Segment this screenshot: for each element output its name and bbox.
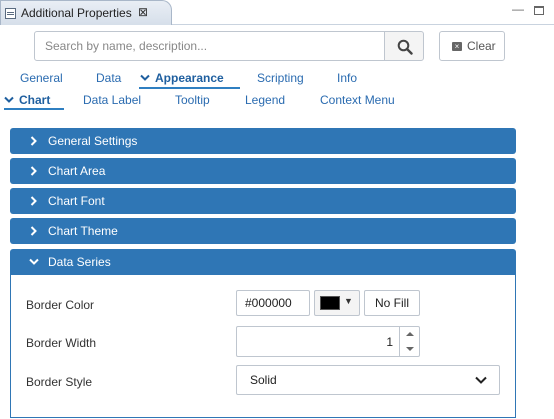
subtab-tooltip[interactable]: Tooltip <box>175 93 210 107</box>
tab-general[interactable]: General <box>20 71 63 85</box>
section-label: Chart Font <box>48 194 105 208</box>
view-tab-title: Additional Properties <box>21 6 132 20</box>
chevron-down-icon <box>29 258 39 265</box>
chevron-down-icon <box>140 74 150 81</box>
border-style-value: Solid <box>250 373 277 387</box>
section-label: Data Series <box>48 255 111 269</box>
chevron-right-icon <box>30 226 37 236</box>
border-style-label: Border Style <box>26 375 93 389</box>
search-icon <box>397 39 413 55</box>
color-swatch <box>320 296 340 310</box>
tab-appearance[interactable]: Appearance <box>155 71 224 85</box>
tab-scripting[interactable]: Scripting <box>257 71 304 85</box>
dropdown-arrow-icon: ▼ <box>344 296 353 306</box>
subtab-chart-indicator <box>4 108 64 110</box>
tab-info[interactable]: Info <box>337 71 357 85</box>
minimize-icon[interactable]: — <box>512 2 524 16</box>
section-general-settings[interactable]: General Settings <box>10 128 516 154</box>
section-label: General Settings <box>48 134 138 148</box>
subtab-chart[interactable]: Chart <box>19 93 50 107</box>
subtab-legend[interactable]: Legend <box>245 93 285 107</box>
no-fill-button[interactable]: No Fill <box>364 290 420 316</box>
subtab-context-menu[interactable]: Context Menu <box>320 93 395 107</box>
chevron-down-icon <box>475 376 487 384</box>
properties-view-icon <box>5 8 16 19</box>
border-color-field[interactable] <box>236 290 310 316</box>
border-color-label: Border Color <box>26 298 95 312</box>
chevron-right-icon <box>30 166 37 176</box>
clear-icon: × <box>452 42 462 51</box>
search-input[interactable] <box>34 31 385 61</box>
search-button[interactable] <box>384 31 424 61</box>
clear-label: Clear <box>467 39 496 53</box>
tab-appearance-indicator <box>139 87 240 89</box>
border-width-label: Border Width <box>26 336 97 350</box>
border-width-field[interactable] <box>236 326 400 357</box>
section-label: Chart Area <box>48 164 106 178</box>
view-titlebar: Additional Properties ⊠ — <box>0 0 554 25</box>
clear-button[interactable]: × Clear <box>439 31 505 61</box>
color-picker-button[interactable]: ▼ <box>314 290 360 316</box>
close-tab-icon[interactable]: ⊠ <box>138 5 148 19</box>
section-label: Chart Theme <box>48 224 118 238</box>
increment-icon[interactable] <box>400 327 419 342</box>
tab-data[interactable]: Data <box>96 71 121 85</box>
section-chart-area[interactable]: Chart Area <box>10 158 516 184</box>
section-data-series[interactable]: Data Series <box>10 249 516 275</box>
section-chart-theme[interactable]: Chart Theme <box>10 218 516 244</box>
section-chart-font[interactable]: Chart Font <box>10 188 516 214</box>
border-width-stepper <box>400 326 420 357</box>
subtab-data-label[interactable]: Data Label <box>83 93 141 107</box>
border-style-select[interactable]: Solid <box>236 365 500 395</box>
chevron-right-icon <box>30 136 37 146</box>
decrement-icon[interactable] <box>400 342 419 357</box>
view-tab[interactable]: Additional Properties ⊠ <box>0 0 172 25</box>
maximize-icon[interactable] <box>534 6 544 15</box>
chevron-down-icon <box>4 96 14 103</box>
chevron-right-icon <box>30 196 37 206</box>
